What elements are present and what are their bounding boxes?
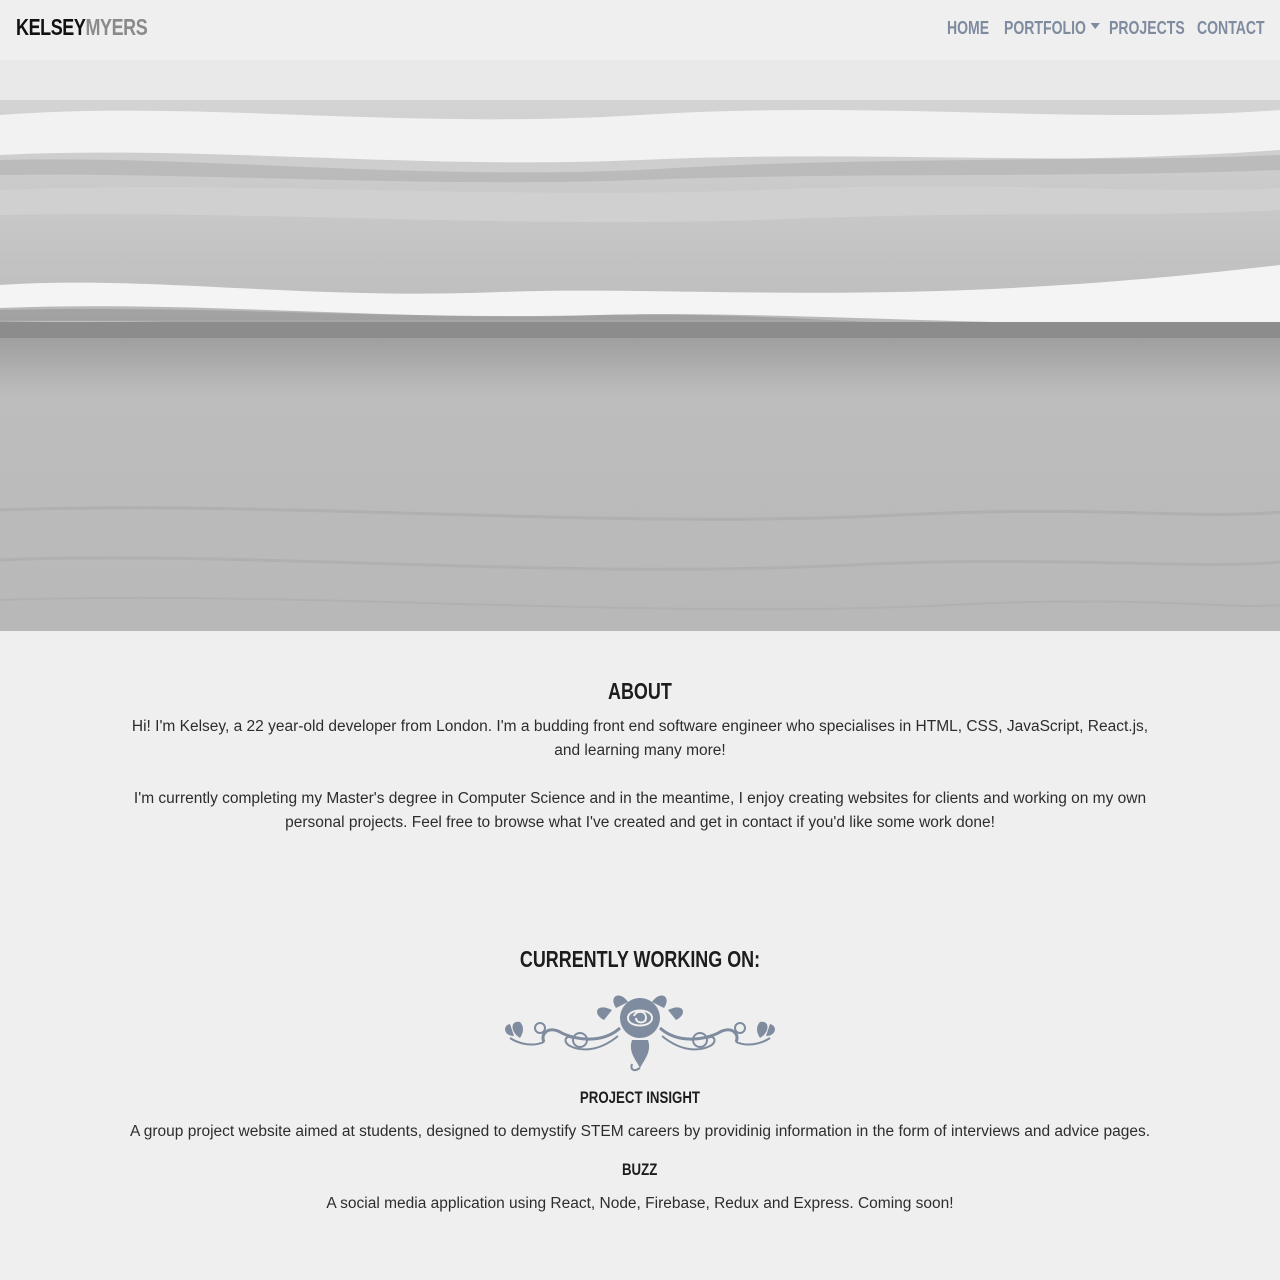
nav-contact-link[interactable]: CONTACT: [1197, 18, 1265, 39]
brand-last-name: MYERS: [85, 14, 148, 40]
caret-down-icon: [1090, 23, 1100, 30]
nav-projects-link[interactable]: PROJECTS: [1109, 18, 1185, 39]
brand-first-name: KELSEY: [16, 14, 86, 40]
beach-waves-photo: [0, 60, 1280, 631]
about-paragraph-2: I'm currently completing my Master's deg…: [133, 790, 1147, 831]
buzz-title: BUZZ: [622, 1160, 658, 1179]
nav-portfolio-dropdown[interactable]: PORTFOLIO: [1004, 18, 1100, 39]
about-heading: ABOUT: [608, 678, 672, 704]
brand-logo[interactable]: KELSEYMYERS: [16, 14, 148, 41]
rose-flourish-icon: [505, 995, 775, 1072]
project-insight-description: A group project website aimed at student…: [129, 1123, 1151, 1140]
navbar: KELSEYMYERS HOME PORTFOLIO PROJECTS CONT…: [0, 0, 1280, 60]
buzz-description: A social media application using React, …: [326, 1195, 954, 1212]
nav-home-link[interactable]: HOME: [947, 18, 989, 39]
about-paragraph-1: Hi! I'm Kelsey, a 22 year-old developer …: [131, 718, 1149, 759]
working-on-heading: CURRENTLY WORKING ON:: [519, 946, 761, 972]
project-insight-title: PROJECT INSIGHT: [579, 1088, 701, 1107]
hero-beach-image: [0, 60, 1280, 631]
